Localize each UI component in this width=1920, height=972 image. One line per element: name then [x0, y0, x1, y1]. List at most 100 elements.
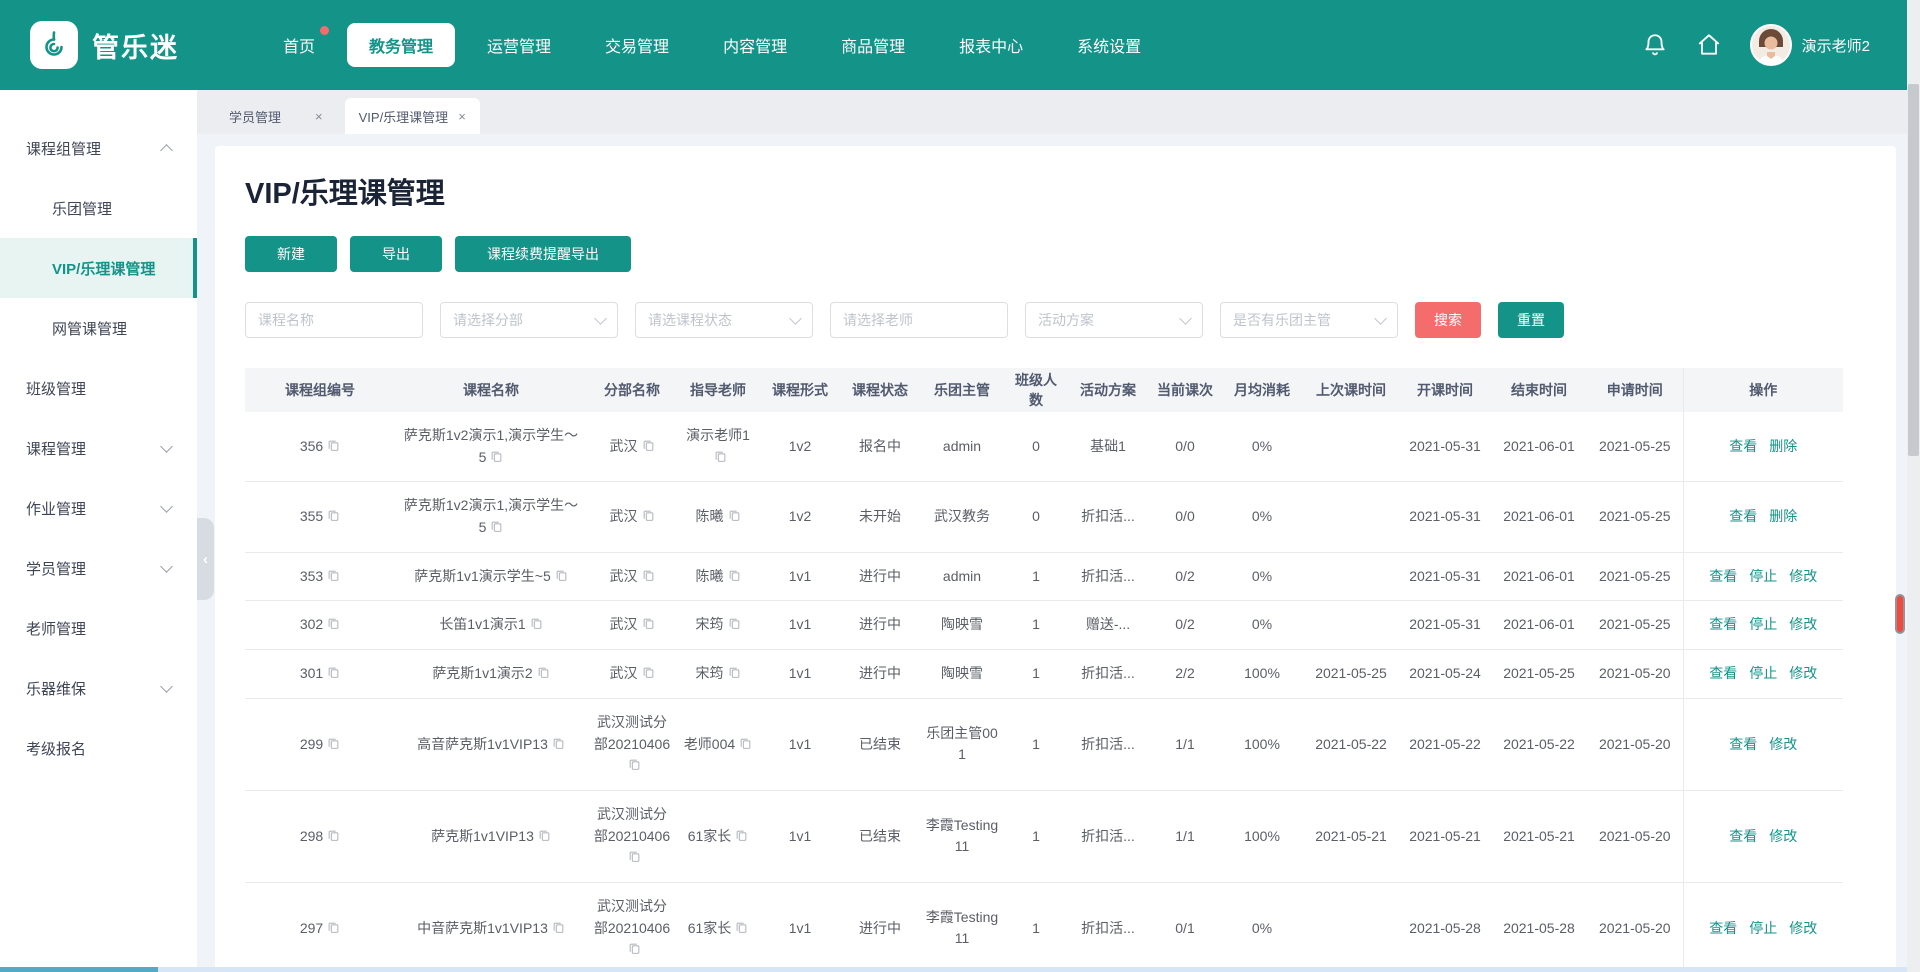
row-action-修改[interactable]: 修改 — [1789, 568, 1817, 584]
copy-icon[interactable] — [537, 666, 550, 679]
copy-icon[interactable] — [728, 569, 741, 582]
row-action-修改[interactable]: 修改 — [1789, 616, 1817, 632]
nav-item-7[interactable]: 系统设置 — [1055, 23, 1163, 67]
user-menu[interactable]: 演示老师2 — [1749, 24, 1870, 66]
course-name-input[interactable] — [245, 302, 423, 338]
copy-icon[interactable] — [538, 829, 551, 842]
row-action-查看[interactable]: 查看 — [1729, 828, 1757, 844]
copy-icon[interactable] — [530, 617, 543, 630]
copy-icon[interactable] — [327, 737, 340, 750]
horizontal-scrollbar-thumb[interactable] — [0, 967, 158, 972]
copy-icon[interactable] — [728, 666, 741, 679]
cell-size: 1 — [1005, 698, 1067, 791]
nav-item-3[interactable]: 交易管理 — [583, 23, 691, 67]
bell-icon[interactable] — [1642, 32, 1668, 58]
copy-icon[interactable] — [628, 758, 641, 771]
nav-item-5[interactable]: 商品管理 — [819, 23, 927, 67]
close-icon[interactable]: × — [458, 109, 466, 124]
copy-icon[interactable] — [735, 829, 748, 842]
row-action-修改[interactable]: 修改 — [1769, 736, 1797, 752]
row-action-查看[interactable]: 查看 — [1729, 508, 1757, 524]
row-action-查看[interactable]: 查看 — [1729, 438, 1757, 454]
tab-0[interactable]: 学员管理 × — [215, 98, 337, 134]
row-action-查看[interactable]: 查看 — [1709, 616, 1737, 632]
branch-select[interactable]: 请选择分部 — [440, 302, 618, 338]
sidebar-item-0[interactable]: 课程组管理 — [0, 118, 197, 178]
sidebar-collapse-handle[interactable]: ‹ — [197, 518, 214, 600]
vertical-scrollbar[interactable] — [1907, 0, 1920, 972]
sidebar-item-1[interactable]: 班级管理 — [0, 358, 197, 418]
cell-end: 2021-05-22 — [1491, 698, 1587, 791]
copy-icon[interactable] — [490, 450, 503, 463]
row-action-查看[interactable]: 查看 — [1709, 665, 1737, 681]
copy-icon[interactable] — [628, 942, 641, 955]
sidebar-item-4[interactable]: 学员管理 — [0, 538, 197, 598]
row-action-停止[interactable]: 停止 — [1749, 616, 1777, 632]
vertical-scrollbar-thumb[interactable] — [1908, 84, 1919, 456]
column-header-13: 结束时间 — [1491, 368, 1587, 412]
row-action-停止[interactable]: 停止 — [1749, 920, 1777, 936]
sidebar-item-5[interactable]: 老师管理 — [0, 598, 197, 658]
copy-icon[interactable] — [327, 666, 340, 679]
home-icon[interactable] — [1696, 32, 1722, 58]
sidebar-item-6[interactable]: 乐器维保 — [0, 658, 197, 718]
copy-icon[interactable] — [552, 737, 565, 750]
horizontal-scrollbar[interactable] — [0, 967, 1907, 972]
sidebar-item-3[interactable]: 作业管理 — [0, 478, 197, 538]
sidebar-item-7[interactable]: 考级报名 — [0, 718, 197, 778]
row-action-停止[interactable]: 停止 — [1749, 665, 1777, 681]
row-action-删除[interactable]: 删除 — [1769, 438, 1797, 454]
nav-item-4[interactable]: 内容管理 — [701, 23, 809, 67]
copy-icon[interactable] — [714, 450, 727, 463]
action-button-0[interactable]: 新建 — [245, 236, 337, 272]
copy-icon[interactable] — [555, 569, 568, 582]
nav-item-0[interactable]: 首页 — [261, 23, 337, 67]
row-action-修改[interactable]: 修改 — [1789, 920, 1817, 936]
row-action-删除[interactable]: 删除 — [1769, 508, 1797, 524]
row-action-修改[interactable]: 修改 — [1769, 828, 1797, 844]
activity-plan-select[interactable]: 活动方案 — [1025, 302, 1203, 338]
row-action-修改[interactable]: 修改 — [1789, 665, 1817, 681]
copy-icon[interactable] — [642, 666, 655, 679]
teacher-input[interactable] — [830, 302, 1008, 338]
tab-1[interactable]: VIP/乐理课管理 × — [344, 98, 480, 134]
copy-icon[interactable] — [327, 829, 340, 842]
sidebar-item-2[interactable]: 课程管理 — [0, 418, 197, 478]
copy-icon[interactable] — [628, 850, 641, 863]
search-button[interactable]: 搜索 — [1415, 302, 1481, 338]
copy-icon[interactable] — [490, 520, 503, 533]
row-action-查看[interactable]: 查看 — [1729, 736, 1757, 752]
sidebar-subitem-0-0[interactable]: 乐团管理 — [0, 178, 197, 238]
nav-item-6[interactable]: 报表中心 — [937, 23, 1045, 67]
close-icon[interactable]: × — [315, 109, 323, 124]
copy-icon[interactable] — [728, 509, 741, 522]
copy-icon[interactable] — [327, 509, 340, 522]
red-scroll-indicator[interactable] — [1895, 594, 1905, 634]
band-leader-select[interactable]: 是否有乐团主管 — [1220, 302, 1398, 338]
action-button-1[interactable]: 导出 — [350, 236, 442, 272]
row-action-查看[interactable]: 查看 — [1709, 920, 1737, 936]
copy-icon[interactable] — [735, 921, 748, 934]
nav-item-1[interactable]: 教务管理 — [347, 23, 456, 67]
copy-icon[interactable] — [327, 439, 340, 452]
copy-icon[interactable] — [327, 617, 340, 630]
row-action-停止[interactable]: 停止 — [1749, 568, 1777, 584]
reset-button[interactable]: 重置 — [1498, 302, 1564, 338]
action-button-2[interactable]: 课程续费提醒导出 — [455, 236, 631, 272]
copy-icon[interactable] — [552, 921, 565, 934]
copy-icon[interactable] — [642, 617, 655, 630]
copy-icon[interactable] — [642, 439, 655, 452]
copy-icon[interactable] — [327, 569, 340, 582]
sidebar-subitem-0-1[interactable]: VIP/乐理课管理 — [0, 238, 197, 298]
cell-actions: 查看 停止 修改 — [1682, 552, 1843, 602]
sidebar-subitem-0-2[interactable]: 网管课管理 — [0, 298, 197, 358]
copy-icon[interactable] — [327, 921, 340, 934]
copy-icon[interactable] — [728, 617, 741, 630]
row-action-查看[interactable]: 查看 — [1709, 568, 1737, 584]
nav-item-2[interactable]: 运营管理 — [465, 23, 573, 67]
course-status-select[interactable]: 请选课程状态 — [635, 302, 813, 338]
copy-icon[interactable] — [642, 509, 655, 522]
cell-actions: 查看 停止 修改 — [1682, 600, 1843, 651]
copy-icon[interactable] — [642, 569, 655, 582]
copy-icon[interactable] — [739, 737, 752, 750]
